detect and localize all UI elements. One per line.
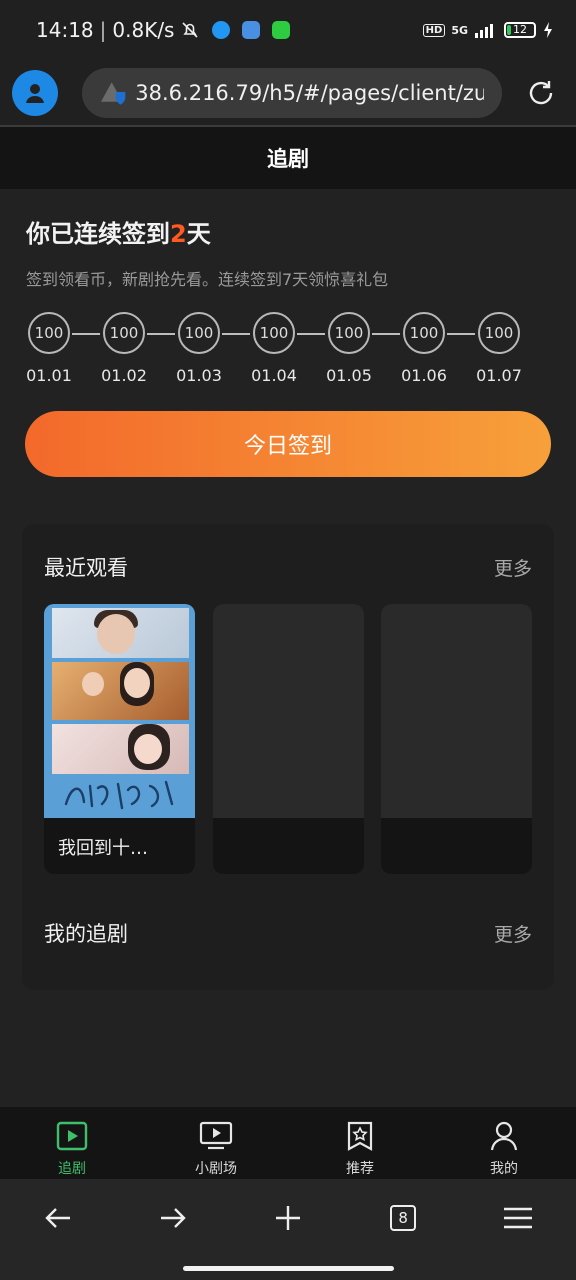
tab-mine[interactable]: 我的 — [432, 1107, 576, 1179]
battery-level: 12 — [513, 23, 527, 36]
hd-badge: HD — [422, 23, 446, 37]
network-speed: 0.8K/s — [112, 18, 175, 42]
reload-button[interactable] — [524, 76, 558, 110]
connector-line — [222, 333, 250, 335]
signin-day-1: 100 01.01 — [26, 312, 72, 385]
coin-icon: 100 — [478, 312, 520, 354]
following-more-link[interactable]: 更多 — [494, 920, 532, 947]
tab-count-icon: 8 — [390, 1205, 417, 1231]
following-title: 我的追剧 — [44, 922, 128, 946]
app-notification-icon — [272, 21, 291, 39]
menu-button[interactable] — [493, 1193, 543, 1243]
home-indicator[interactable] — [183, 1266, 394, 1271]
signin-day-3: 100 01.03 — [176, 312, 222, 385]
play-square-icon — [56, 1121, 88, 1151]
tab-theater[interactable]: 小剧场 — [144, 1107, 288, 1179]
network-type: 5G — [451, 23, 468, 37]
coin-icon: 100 — [253, 312, 295, 354]
signin-day-5: 100 01.05 — [326, 312, 372, 385]
new-tab-button[interactable] — [263, 1193, 313, 1243]
drama-poster-image — [44, 604, 195, 818]
status-time: 14:18 — [36, 18, 94, 42]
app-notification-icon — [242, 21, 261, 39]
app-notification-icon — [212, 21, 231, 39]
back-button[interactable] — [33, 1193, 83, 1243]
recent-drama-placeholder — [381, 604, 532, 874]
reload-icon — [529, 80, 553, 104]
following-section-header: 我的追剧 更多 — [44, 918, 532, 948]
connector-line — [147, 333, 175, 335]
tabs-button[interactable]: 8 — [378, 1193, 428, 1243]
charging-icon — [544, 22, 552, 38]
user-icon — [490, 1121, 518, 1151]
plus-icon — [275, 1206, 300, 1230]
recent-drama-placeholder — [213, 604, 364, 874]
recent-section-header: 最近观看 更多 — [44, 552, 532, 582]
signin-day-7: 100 01.07 — [476, 312, 522, 385]
profile-avatar[interactable] — [12, 69, 58, 116]
bell-off-icon — [182, 22, 199, 38]
recent-more-link[interactable]: 更多 — [494, 554, 532, 581]
connector-line — [72, 333, 100, 335]
coin-icon: 100 — [403, 312, 445, 354]
signal-icon — [475, 24, 493, 38]
url-text: 38.6.216.79/h5/#/pages/client/zui — [135, 80, 484, 105]
connector-line — [372, 333, 400, 335]
bookmark-star-icon — [347, 1121, 373, 1151]
page-title: 追剧 — [0, 127, 576, 189]
forward-button[interactable] — [148, 1193, 198, 1243]
watch-history-card: 最近观看 更多 我回到十… 我的追剧 更多 — [22, 524, 554, 990]
coin-icon: 100 — [328, 312, 370, 354]
battery-icon: 12 — [504, 22, 536, 38]
recent-title: 最近观看 — [44, 556, 128, 580]
address-bar[interactable]: 38.6.216.79/h5/#/pages/client/zui — [82, 67, 502, 118]
signin-day-2: 100 01.02 — [101, 312, 147, 385]
tab-recommend[interactable]: 推荐 — [288, 1107, 432, 1179]
coin-icon: 100 — [28, 312, 70, 354]
signin-days-count: 2 — [170, 220, 187, 248]
signin-day-6: 100 01.06 — [401, 312, 447, 385]
daily-signin-button[interactable]: 今日签到 — [25, 411, 551, 477]
coin-icon: 100 — [178, 312, 220, 354]
bottom-tab-bar: 追剧 小剧场 推荐 我的 — [0, 1107, 576, 1179]
signin-day-track: 100 01.01 100 01.02 100 01.03 100 01.04 100 0… — [26, 312, 526, 392]
arrow-right-icon — [160, 1208, 186, 1228]
insecure-warning-icon[interactable] — [100, 80, 127, 106]
user-icon — [26, 83, 44, 103]
drama-title: 我回到十… — [58, 838, 148, 859]
tab-count: 8 — [398, 1209, 408, 1227]
connector-line — [447, 333, 475, 335]
tab-drama[interactable]: 追剧 — [0, 1107, 144, 1179]
menu-icon — [504, 1207, 533, 1229]
tv-play-icon — [199, 1121, 233, 1150]
signin-title: 你已连续签到2天 — [26, 220, 211, 248]
browser-url-bar: 38.6.216.79/h5/#/pages/client/zui — [0, 60, 576, 125]
signin-day-4: 100 01.04 — [251, 312, 297, 385]
arrow-left-icon — [44, 1208, 70, 1228]
signin-subtitle: 签到领看币，新剧抢先看。连续签到7天领惊喜礼包 — [26, 270, 389, 289]
recent-drama-card[interactable]: 我回到十… — [44, 604, 195, 874]
coin-icon: 100 — [103, 312, 145, 354]
status-bar: 14:18 | 0.8K/s HD 5G 12 — [0, 0, 576, 60]
connector-line — [297, 333, 325, 335]
poster-title-art — [64, 780, 174, 810]
browser-navigation-bar: 8 — [0, 1179, 576, 1257]
